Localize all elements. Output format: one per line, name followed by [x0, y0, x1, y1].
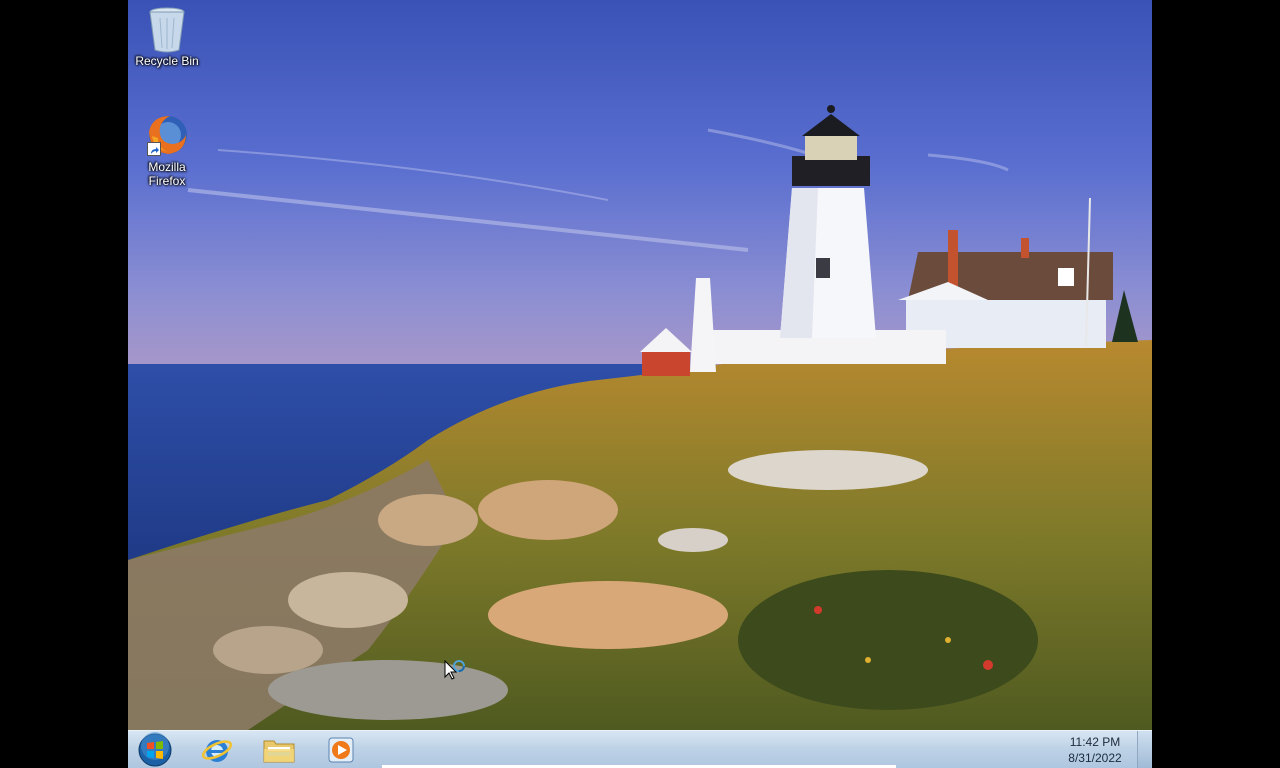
start-button[interactable] [128, 732, 182, 768]
clock-date: 8/31/2022 [1068, 751, 1122, 765]
firefox-label: Mozilla Firefox [148, 160, 186, 188]
taskbar-pinned-internet-explorer[interactable] [190, 732, 244, 768]
recycle-bin-label: Recycle Bin [135, 54, 199, 68]
taskbar-pinned-windows-media-player[interactable] [314, 732, 368, 768]
desktop-screen: Recycle Bin Mozilla Firefox 11:42 PM 8/3… [128, 0, 1152, 768]
taskbar: 11:42 PM 8/31/2022 [128, 730, 1152, 768]
mouse-pointer-busy-icon [444, 659, 468, 684]
show-desktop-button[interactable] [1137, 731, 1152, 768]
system-clock[interactable]: 11:42 PM 8/31/2022 [1060, 734, 1130, 766]
internet-explorer-icon [201, 740, 233, 762]
taskbar-pinned-windows-explorer[interactable] [252, 732, 306, 768]
windows-explorer-icon [263, 740, 295, 763]
shortcut-arrow-icon [147, 142, 161, 156]
firefox-icon [147, 112, 187, 158]
desktop-icon-firefox[interactable]: Mozilla Firefox [128, 112, 206, 188]
windows-orb-icon [138, 732, 172, 767]
desktop-icon-recycle-bin[interactable]: Recycle Bin [128, 6, 206, 68]
windows-media-player-icon [328, 737, 354, 763]
clock-time: 11:42 PM [1069, 735, 1121, 749]
desktop-wallpaper [128, 0, 1152, 730]
recycle-bin-icon [147, 6, 187, 53]
